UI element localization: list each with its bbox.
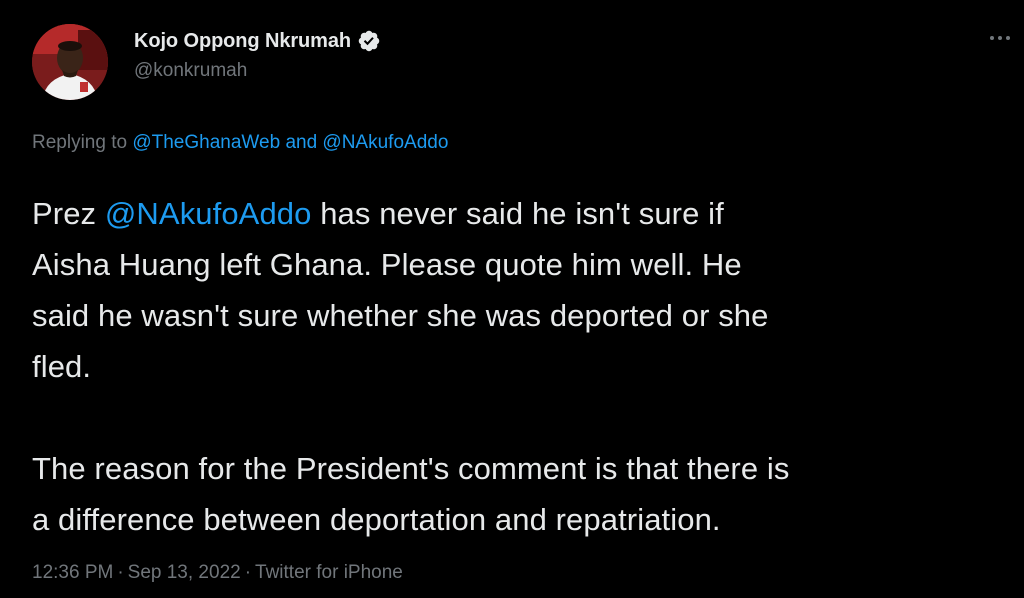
tweet-line: fled. [32,349,92,384]
tweet-text: Prez @NAkufoAddo has never said he isn't… [32,188,1017,545]
mention-nakufoaddo-inline[interactable]: @NAkufoAddo [105,196,312,231]
author-handle[interactable]: @konkrumah [134,60,247,82]
tweet-line: The reason for the President's comment i… [32,451,790,486]
tweet-line: Prez @NAkufoAddo has never said he isn't… [32,188,1017,239]
mention-theghanaweb[interactable]: @TheGhanaWeb [132,132,280,153]
tweet-card: Kojo Oppong Nkrumah @konkrumah Replying … [0,0,1024,598]
replying-to: Replying to @TheGhanaWeb and @NAkufoAddo [32,132,448,154]
tweet-meta: 12:36 PM · Sep 13, 2022 · Twitter for iPhone [32,562,403,584]
display-name[interactable]: Kojo Oppong Nkrumah [134,30,351,53]
tweet-time[interactable]: 12:36 PM [32,562,113,583]
avatar-image [32,24,108,100]
replying-prefix: Replying to [32,132,128,153]
tweet-line: Aisha Huang left Ghana. Please quote him… [32,247,742,282]
more-options-icon[interactable] [990,24,1024,52]
verified-badge-icon [358,30,380,52]
mention-nakufoaddo[interactable]: @NAkufoAddo [322,132,448,153]
more-dot [998,36,1002,40]
tweet-text-segment: Prez [32,196,105,231]
meta-separator: · [117,562,124,583]
tweet-line: a difference between deportation and rep… [32,502,721,537]
author-name-row: Kojo Oppong Nkrumah [134,28,381,54]
tweet-date[interactable]: Sep 13, 2022 [128,562,241,583]
more-dot [990,36,994,40]
avatar[interactable] [32,24,108,100]
replying-and[interactable]: and [285,132,317,153]
meta-separator: · [244,562,252,583]
tweet-line: said he wasn't sure whether she was depo… [32,298,769,333]
tweet-text-segment: has never said he isn't sure if [311,196,724,231]
tweet-source: Twitter for iPhone [255,562,403,583]
more-dot [1006,36,1010,40]
